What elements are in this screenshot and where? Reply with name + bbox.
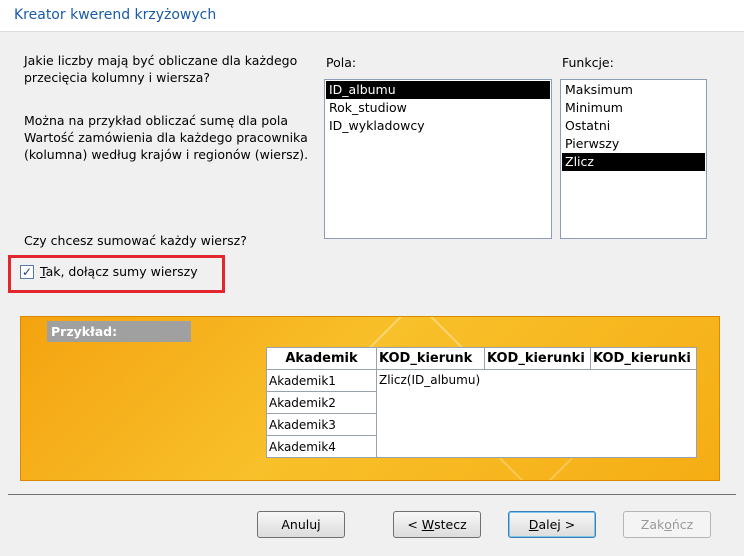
row-sum-checkbox-label[interactable]: Tak, dołącz sumy wierszy bbox=[40, 264, 198, 279]
back-button[interactable]: < Wstecz bbox=[393, 511, 481, 538]
question-text: Jakie liczby mają być obliczane dla każd… bbox=[24, 53, 298, 85]
field-item-id-wykladowcy[interactable]: ID_wykladowcy bbox=[326, 117, 550, 135]
preview-row-label: Akademik2 bbox=[266, 391, 377, 414]
preview-row-label: Akademik4 bbox=[266, 435, 377, 458]
function-item-minimum[interactable]: Minimum bbox=[562, 99, 705, 117]
preview-header-col3: KOD_kierunki bbox=[590, 347, 697, 370]
preview-value-cell: Zlicz(ID_albumu) bbox=[376, 369, 697, 458]
preview-table: Akademik KOD_kierunk KOD_kierunki KOD_ki… bbox=[266, 347, 697, 458]
row-sum-question: Czy chcesz sumować każdy wiersz? bbox=[24, 233, 247, 248]
function-item-zlicz[interactable]: Zlicz bbox=[562, 153, 705, 171]
fields-label: Pola: bbox=[326, 55, 357, 70]
preview-header-col2: KOD_kierunki bbox=[484, 347, 591, 370]
row-sum-checkbox-row[interactable]: ✓ Tak, dołącz sumy wierszy bbox=[20, 264, 198, 279]
functions-listbox[interactable]: Maksimum Minimum Ostatni Pierwszy Zlicz bbox=[560, 79, 707, 239]
preview-header-col1: KOD_kierunk bbox=[376, 347, 485, 370]
finish-button[interactable]: Zak o ńcz bbox=[623, 511, 711, 538]
cancel-button[interactable]: Anuluj bbox=[257, 511, 345, 538]
preview-row-label: Akademik1 bbox=[266, 369, 377, 392]
window-title: Kreator kwerend krzyżowych bbox=[0, 0, 744, 32]
preview-panel: Przykład: Akademik KOD_kierunk KOD_kieru… bbox=[20, 316, 720, 481]
preview-header-row: Akademik KOD_kierunk KOD_kierunki KOD_ki… bbox=[266, 347, 697, 370]
example-description: Można na przykład obliczać sumę dla pola… bbox=[24, 113, 309, 162]
field-item-rok-studiow[interactable]: Rok_studiow bbox=[326, 99, 550, 117]
function-item-ostatni[interactable]: Ostatni bbox=[562, 117, 705, 135]
preview-row-label: Akademik3 bbox=[266, 413, 377, 436]
preview-label: Przykład: bbox=[47, 321, 191, 342]
next-button[interactable]: Dalej > bbox=[508, 511, 596, 538]
table-row: Akademik1 Zlicz(ID_albumu) bbox=[266, 369, 697, 458]
row-sum-checkbox[interactable]: ✓ bbox=[20, 264, 34, 279]
function-item-pierwszy[interactable]: Pierwszy bbox=[562, 135, 705, 153]
function-item-maksimum[interactable]: Maksimum bbox=[562, 81, 705, 99]
check-mark-icon: ✓ bbox=[21, 264, 33, 279]
functions-label: Funkcje: bbox=[562, 55, 614, 70]
separator-line bbox=[8, 494, 736, 495]
field-item-id-albumu[interactable]: ID_albumu bbox=[326, 81, 550, 99]
preview-header-akademik: Akademik bbox=[266, 347, 377, 370]
fields-listbox[interactable]: ID_albumu Rok_studiow ID_wykladowcy bbox=[324, 79, 552, 239]
